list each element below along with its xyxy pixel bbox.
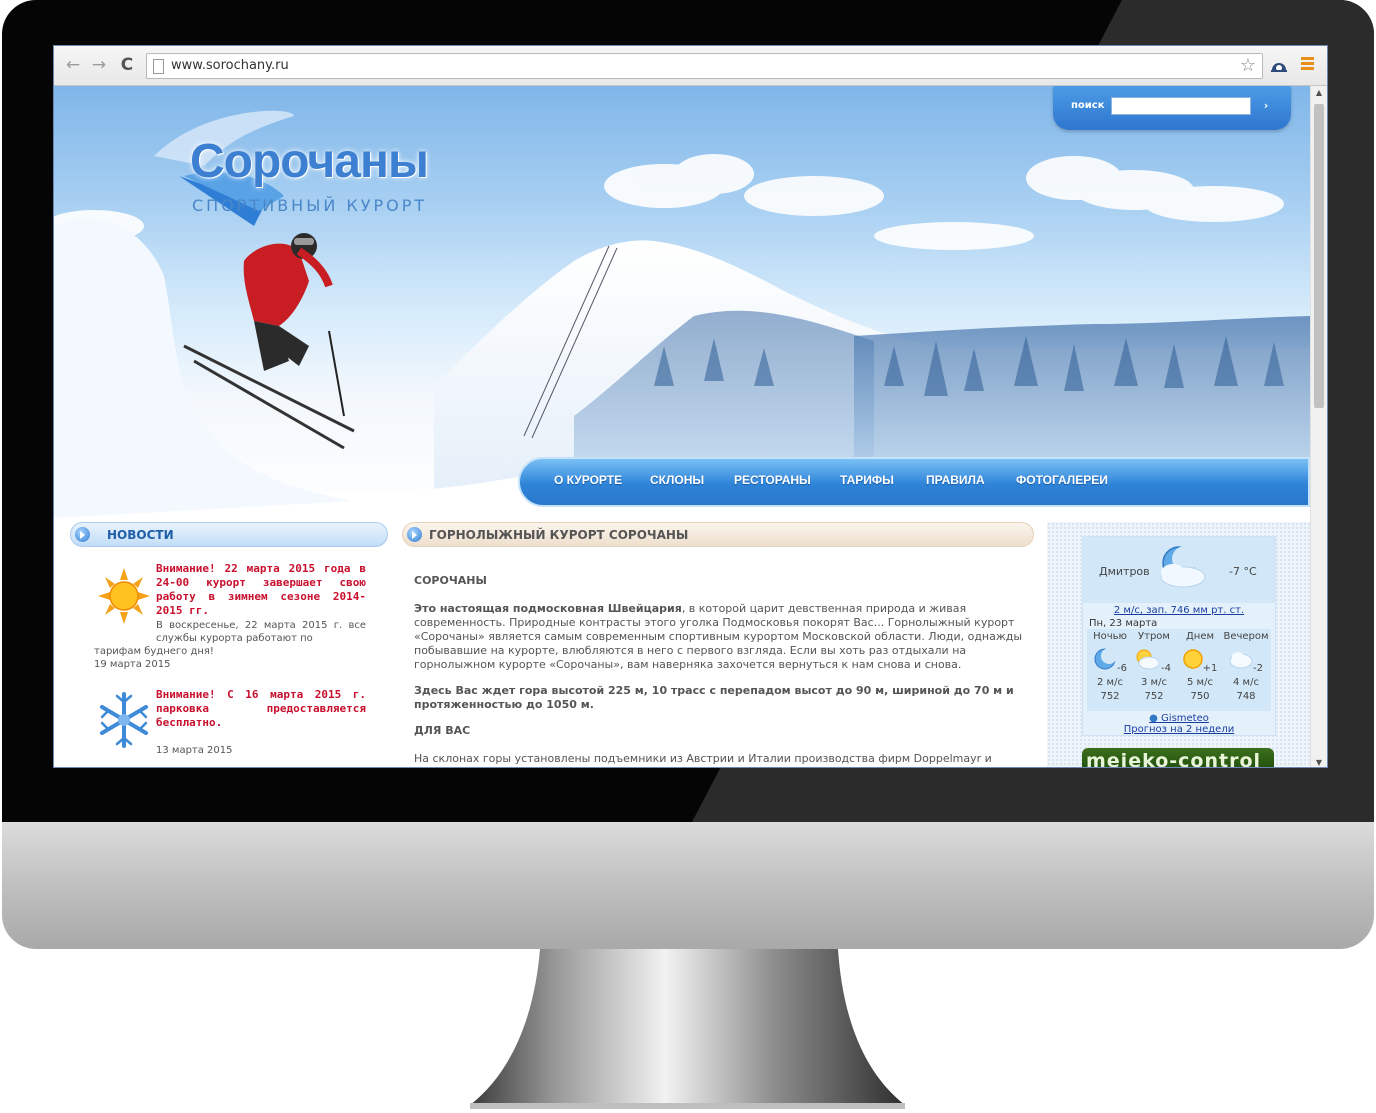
droplet-icon: ●	[1149, 713, 1158, 724]
news-header: НОВОСТИ	[70, 522, 388, 547]
ad-banner[interactable]: mejeko-control	[1082, 748, 1274, 768]
news-item-text: В воскресенье, 22 марта 2015 г. все служ…	[156, 620, 366, 644]
browser-toolbar: ← → C www.sorochany.ru ☆	[54, 46, 1327, 86]
reload-icon[interactable]: C	[116, 54, 138, 76]
forecast-two-weeks-link[interactable]: Прогноз на 2 недели	[1083, 724, 1275, 735]
period-wind: 5 м/с	[1187, 677, 1213, 688]
scroll-down-icon[interactable]: ▼	[1311, 758, 1327, 767]
article-paragraph-3: На склонах горы установлены подъемники и…	[414, 752, 992, 767]
weather-sidebar: Дмитров -7 °C 2 м/с, зап. 746 мм рт. ст.…	[1047, 522, 1310, 768]
period-temp: +1	[1202, 663, 1218, 674]
weather-current-temp: -7 °C	[1229, 565, 1257, 578]
period-pressure: 750	[1190, 691, 1210, 702]
news-item-text-continued: тарифам буднего дня!	[94, 646, 214, 657]
main-content: ГОРНОЛЫЖНЫЙ КУРОРТ СОРОЧАНЫ СОРОЧАНЫ Это…	[402, 522, 1034, 767]
period-label: Ночью	[1093, 631, 1127, 642]
main-content-header: ГОРНОЛЫЖНЫЙ КУРОРТ СОРОЧАНЫ	[402, 522, 1034, 547]
main-article: СОРОЧАНЫ Это настоящая подмосковная Швей…	[414, 574, 1026, 767]
arrow-bullet-icon	[407, 527, 422, 542]
weather-wind-pressure[interactable]: 2 м/с, зап. 746 мм рт. ст.	[1083, 605, 1275, 616]
monitor-chin	[2, 822, 1374, 949]
ad-banner-text: mejeko-control	[1086, 750, 1262, 768]
search-panel: поиск ›	[1053, 86, 1291, 130]
browser-window: ← → C www.sorochany.ru ☆ поиск › Сорочан…	[53, 45, 1328, 768]
period-wind: 2 м/с	[1097, 677, 1123, 688]
search-input[interactable]	[1111, 97, 1251, 115]
snowflake-icon	[100, 692, 148, 748]
nav-item-rules[interactable]: ПРАВИЛА	[926, 473, 985, 487]
period-label: Днем	[1185, 631, 1215, 642]
news-item-date: 19 марта 2015	[94, 659, 171, 670]
page-viewport: поиск › Сорочаны СПОРТИВНЫЙ КУРОРТ О КУР…	[54, 86, 1310, 768]
search-submit-icon[interactable]: ›	[1259, 98, 1273, 114]
main-navigation: О КУРОРТЕ СКЛОНЫ РЕСТОРАНЫ ТАРИФЫ ПРАВИЛ…	[518, 457, 1310, 507]
period-pressure: 752	[1144, 691, 1164, 702]
weather-current: Дмитров -7 °C	[1083, 537, 1275, 603]
vertical-scrollbar[interactable]: ▲ ▼	[1310, 86, 1327, 767]
news-item-date: 13 марта 2015	[156, 745, 233, 756]
gismeteo-source[interactable]: Gismeteo	[1161, 713, 1209, 724]
menu-icon[interactable]	[1301, 57, 1314, 71]
nav-item-tariffs[interactable]: ТАРИФЫ	[840, 473, 894, 487]
arrow-bullet-icon	[75, 527, 90, 542]
weather-forecast-table: Ночью Утром Днем Вечером -6 -4 +1 -2 2 м…	[1087, 629, 1271, 711]
url-text[interactable]: www.sorochany.ru	[171, 58, 289, 73]
weather-date: Пн, 23 марта	[1089, 618, 1158, 629]
bookmark-star-icon[interactable]: ☆	[1240, 55, 1256, 77]
period-wind: 3 м/с	[1141, 677, 1167, 688]
nav-item-restaurants[interactable]: РЕСТОРАНЫ	[734, 473, 811, 487]
period-pressure: 748	[1236, 691, 1256, 702]
article-paragraph-1: Это настоящая подмосковная Швейцария, в …	[414, 602, 1026, 672]
news-item-title[interactable]: Внимание! 22 марта 2015 года в 24-00 кур…	[156, 562, 366, 618]
site-logo-title[interactable]: Сорочаны	[190, 134, 429, 189]
news-item-title[interactable]: Внимание! С 16 марта 2015 г. парковка пр…	[156, 688, 366, 730]
back-arrow-icon[interactable]: ←	[62, 54, 84, 76]
period-temp: -2	[1253, 663, 1263, 674]
period-temp: -4	[1161, 663, 1171, 674]
page-icon	[153, 59, 164, 74]
article-subheading: ДЛЯ ВАС	[414, 724, 471, 737]
article-paragraph-1-lead: Это настоящая подмосковная Швейцария	[414, 602, 682, 615]
nav-item-photo-gallery[interactable]: ФОТОГАЛЕРЕИ	[1016, 473, 1108, 487]
search-label: поиск	[1071, 100, 1105, 111]
article-heading: СОРОЧАНЫ	[414, 574, 487, 587]
scroll-up-icon[interactable]: ▲	[1311, 88, 1327, 97]
weather-city: Дмитров	[1099, 565, 1150, 578]
news-item: Внимание! 22 марта 2015 года в 24-00 кур…	[70, 562, 388, 682]
news-title: НОВОСТИ	[107, 528, 174, 542]
period-wind: 4 м/с	[1233, 677, 1259, 688]
nav-item-about[interactable]: О КУРОРТЕ	[554, 473, 622, 487]
site-header-banner: поиск › Сорочаны СПОРТИВНЫЙ КУРОРТ О КУР…	[54, 86, 1310, 518]
weather-widget: Дмитров -7 °C 2 м/с, зап. 746 мм рт. ст.…	[1082, 536, 1276, 736]
news-item: Внимание! С 16 марта 2015 г. парковка пр…	[70, 688, 388, 767]
period-label: Утром	[1138, 631, 1170, 642]
gismeteo-link[interactable]: ● Gismeteo	[1083, 713, 1275, 724]
scrollbar-thumb[interactable]	[1314, 104, 1324, 408]
site-logo-subtitle: СПОРТИВНЫЙ КУРОРТ	[192, 196, 428, 215]
sun-icon	[98, 568, 150, 624]
address-bar[interactable]: www.sorochany.ru ☆	[146, 53, 1263, 79]
article-paragraph-2: Здесь Вас ждет гора высотой 225 м, 10 тр…	[414, 684, 1014, 711]
nav-item-slopes[interactable]: СКЛОНЫ	[650, 473, 704, 487]
period-temp: -6	[1117, 663, 1127, 674]
extension-icon[interactable]	[1269, 56, 1289, 76]
period-label: Вечером	[1223, 631, 1269, 642]
main-content-title: ГОРНОЛЫЖНЫЙ КУРОРТ СОРОЧАНЫ	[429, 528, 689, 542]
news-column: НОВОСТИ Внимание! 22 марта 2015 года в 2…	[70, 522, 388, 756]
moon-cloud-icon	[1160, 546, 1206, 588]
period-pressure: 752	[1100, 691, 1120, 702]
skier-illustration	[183, 233, 355, 450]
forward-arrow-icon[interactable]: →	[88, 54, 110, 76]
